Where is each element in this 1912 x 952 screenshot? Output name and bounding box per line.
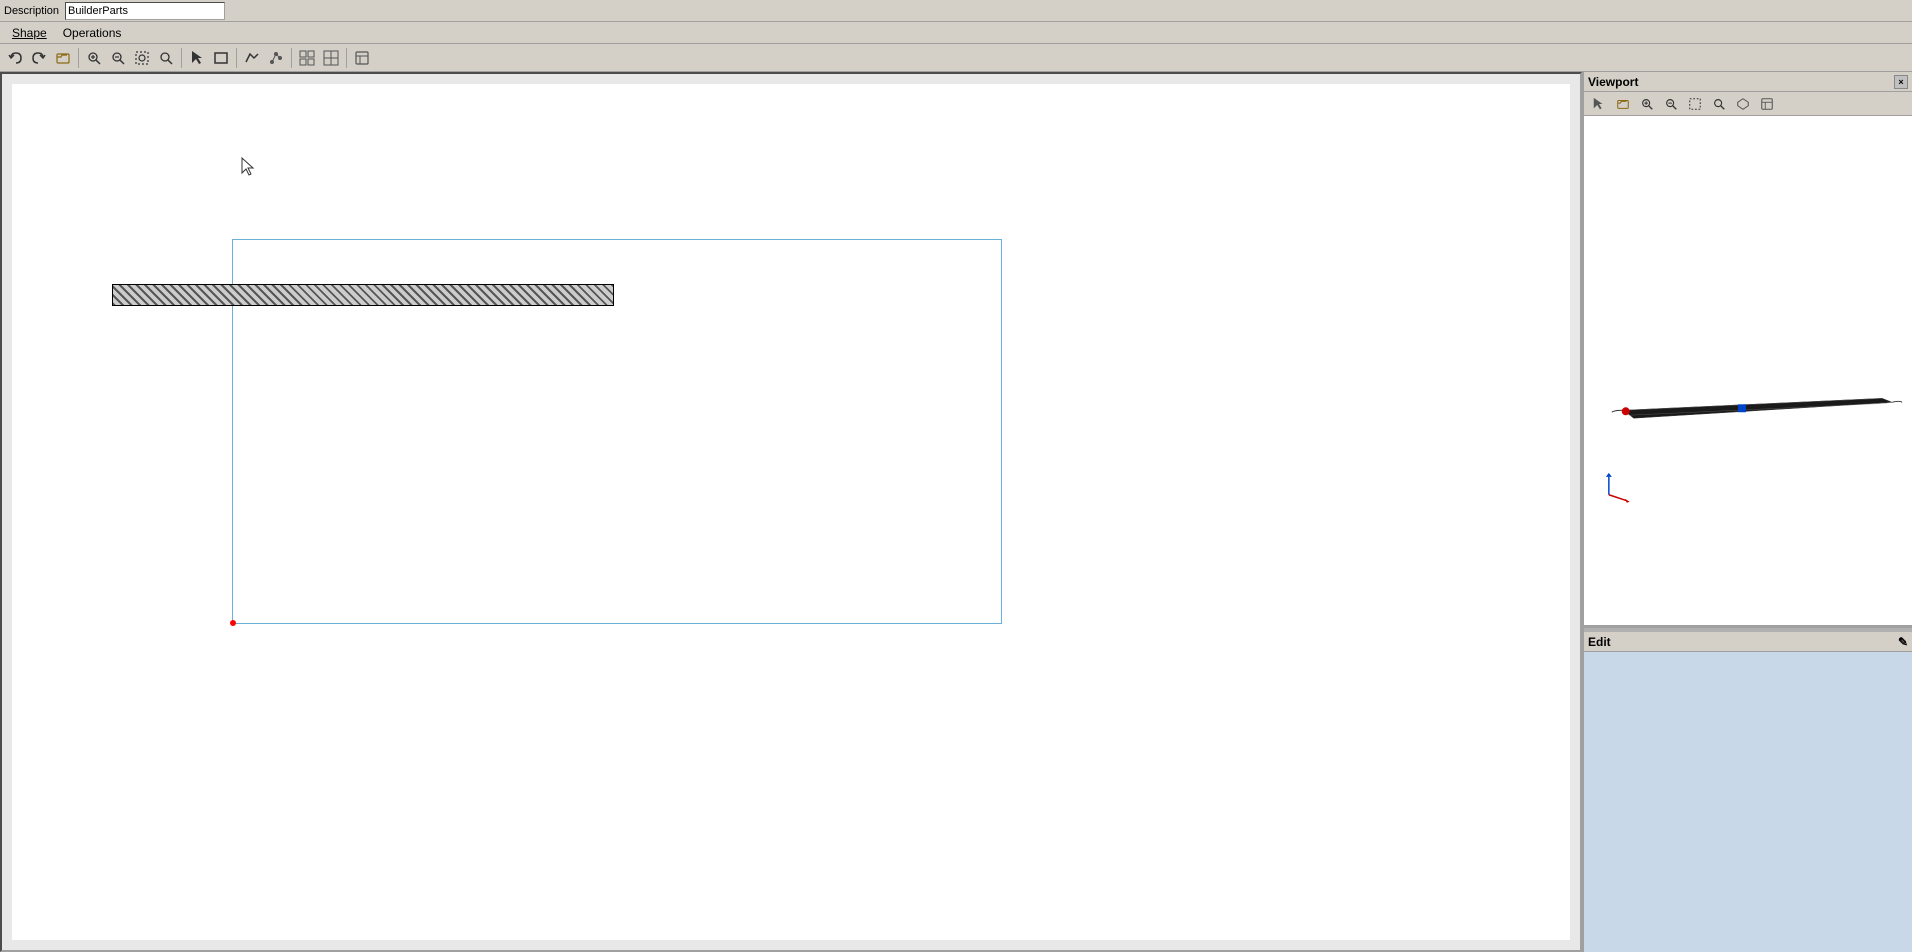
grid-button[interactable]: [320, 47, 342, 69]
vp-open-button[interactable]: [1612, 93, 1634, 115]
main-layout: Viewport ×: [0, 72, 1912, 952]
right-panel: Viewport ×: [1582, 72, 1912, 952]
redo-button[interactable]: [28, 47, 50, 69]
description-bar: Description: [0, 0, 1912, 22]
sep-3: [236, 48, 237, 68]
vp-zoom-fit-button[interactable]: [1636, 93, 1658, 115]
vp-origin-dot: [1622, 407, 1630, 415]
viewport-toolbar: [1584, 92, 1912, 116]
menu-item-shape[interactable]: Shape: [4, 24, 55, 42]
zoom-fit-button[interactable]: [83, 47, 105, 69]
vp-zoom-in-button[interactable]: [1660, 93, 1682, 115]
zoom-out-button[interactable]: [155, 47, 177, 69]
view-button[interactable]: [351, 47, 373, 69]
node-button[interactable]: [265, 47, 287, 69]
edit-panel-edit-icon[interactable]: ✎: [1898, 635, 1908, 649]
viewport-title-bar: Viewport ×: [1584, 72, 1912, 92]
canvas-area[interactable]: [0, 72, 1582, 952]
edit-panel-content: [1584, 652, 1912, 952]
zoom-area-button[interactable]: [131, 47, 153, 69]
vp-cube-button[interactable]: [1732, 93, 1754, 115]
menu-bar: Shape Operations: [0, 22, 1912, 44]
undo-button[interactable]: [4, 47, 26, 69]
sep-1: [78, 48, 79, 68]
drawing-viewport: [12, 84, 1570, 940]
sep-5: [346, 48, 347, 68]
vp-zoom-area-button[interactable]: [1684, 93, 1706, 115]
description-label: Description: [4, 5, 59, 17]
shape-origin-dot: [230, 620, 236, 626]
sep-2: [181, 48, 182, 68]
snap-button[interactable]: [296, 47, 318, 69]
cursor-indicator: [240, 157, 256, 173]
menu-item-operations[interactable]: Operations: [55, 24, 130, 42]
vp-axes: [1606, 473, 1630, 503]
description-input[interactable]: [65, 2, 225, 20]
viewport-close-button[interactable]: ×: [1894, 75, 1908, 89]
viewport-panel: Viewport ×: [1584, 72, 1912, 628]
poly-button[interactable]: [241, 47, 263, 69]
vp-arrow-button[interactable]: [1588, 93, 1610, 115]
beam-shape: [112, 284, 614, 306]
select-button[interactable]: [186, 47, 208, 69]
edit-panel: Edit ✎: [1584, 632, 1912, 952]
edit-panel-title: Edit: [1588, 635, 1611, 649]
zoom-in-button[interactable]: [107, 47, 129, 69]
rect-select-button[interactable]: [210, 47, 232, 69]
vp-zoom-out-button[interactable]: [1708, 93, 1730, 115]
viewport-3d-canvas: [1584, 116, 1912, 625]
open-button[interactable]: [52, 47, 74, 69]
vp-selected-point: [1738, 404, 1746, 412]
viewport-title: Viewport: [1588, 75, 1638, 89]
edit-panel-title-bar: Edit ✎: [1584, 632, 1912, 652]
main-toolbar: [0, 44, 1912, 72]
vp-view-button[interactable]: [1756, 93, 1778, 115]
viewport-3d-svg: [1584, 116, 1912, 625]
sep-4: [291, 48, 292, 68]
